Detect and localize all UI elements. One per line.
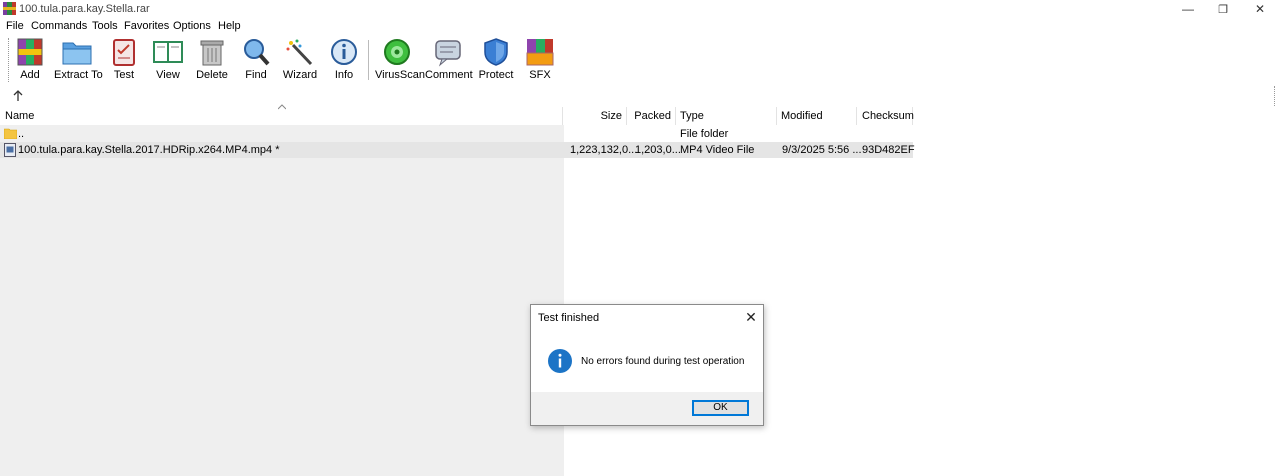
protect-label: Protect [478,69,514,81]
row-checksum: 93D482EF [862,144,915,156]
menu-options[interactable]: Options [173,20,211,32]
menu-tools[interactable]: Tools [92,20,118,32]
row-name: 100.tula.para.kay.Stella.2017.HDRip.x264… [18,144,280,156]
sfx-button[interactable]: SFX [522,37,558,83]
dialog-footer: OK [531,392,763,425]
toolbar-grip-right[interactable] [1274,86,1277,106]
test-finished-dialog: Test finished ✕ No errors found during t… [530,304,764,426]
column-header-packed[interactable]: Packed [627,107,676,125]
virus-scan-icon [384,39,410,65]
sfx-archive-icon [526,39,554,66]
magic-wand-icon [286,39,313,66]
column-header-checksum[interactable]: Checksum [857,107,914,125]
row-type: MP4 Video File [680,144,755,156]
magnifier-icon [244,39,270,66]
toolbar-separator [368,40,369,80]
up-arrow-icon[interactable] [10,88,26,104]
info-label: Info [334,69,354,81]
address-bar [0,86,1280,106]
test-button[interactable]: Test [106,37,142,83]
add-button[interactable]: Add [12,37,48,83]
info-icon [331,39,357,65]
virusscan-label: VirusScan [375,69,425,81]
window-title: 100.tula.para.kay.Stella.rar [19,3,150,15]
find-button[interactable]: Find [238,37,274,83]
wizard-label: Wizard [282,69,318,81]
protect-button[interactable]: Protect [477,37,515,83]
test-clipboard-icon [113,39,135,66]
comment-label: Comment [425,69,473,81]
dialog-title: Test finished [538,312,600,324]
delete-button[interactable]: Delete [194,37,230,83]
title-bar: 100.tula.para.kay.Stella.rar — ❐ ✕ [0,0,1280,18]
trash-icon [200,40,224,66]
video-file-icon [4,143,16,157]
ok-button[interactable]: OK [692,400,749,416]
view-book-icon [153,41,183,63]
menu-favorites[interactable]: Favorites [124,20,169,32]
row-type: File folder [680,128,729,140]
shield-icon [484,38,508,66]
add-label: Add [20,69,40,81]
list-background [0,125,564,476]
row-size: 1,223,132,0... [570,144,638,156]
folder-icon [4,128,17,139]
menu-help[interactable]: Help [218,20,241,32]
dialog-message: No errors found during test operation [581,356,745,367]
winrar-app-icon [3,2,16,15]
menu-bar: File Commands Tools Favorites Options He… [0,18,1280,35]
minimize-button[interactable]: — [1170,0,1206,18]
extract-to-label: Extract To [54,69,103,81]
delete-label: Delete [196,69,228,81]
view-label: View [156,69,180,81]
comment-icon [435,40,461,67]
virusscan-button[interactable]: VirusScan [375,37,425,83]
wizard-button[interactable]: Wizard [282,37,318,83]
close-window-button[interactable]: ✕ [1242,0,1278,18]
row-modified: 9/3/2025 5:56 ... [782,144,862,156]
menu-commands[interactable]: Commands [31,20,87,32]
sfx-label: SFX [529,69,551,81]
add-archive-icon [17,38,43,66]
menu-file[interactable]: File [6,20,24,32]
extract-to-button[interactable]: Extract To [54,37,103,83]
extract-folder-icon [62,42,92,65]
restore-button[interactable]: ❐ [1205,0,1241,18]
column-header-type[interactable]: Type [676,107,777,125]
row-name: .. [18,128,25,140]
comment-button[interactable]: Comment [425,37,473,83]
info-button[interactable]: Info [326,37,362,83]
dialog-close-button[interactable]: ✕ [741,309,761,325]
test-label: Test [113,69,135,81]
info-icon [548,349,572,373]
toolbar: Add Extract To Test View Delete Find Wiz… [0,35,1280,85]
column-header-size[interactable]: Size [563,107,627,125]
view-button[interactable]: View [149,37,187,83]
row-packed: 1,203,0... [635,144,681,156]
find-label: Find [245,69,267,81]
column-header-name[interactable]: Name [0,107,563,125]
column-header-modified[interactable]: Modified [777,107,857,125]
